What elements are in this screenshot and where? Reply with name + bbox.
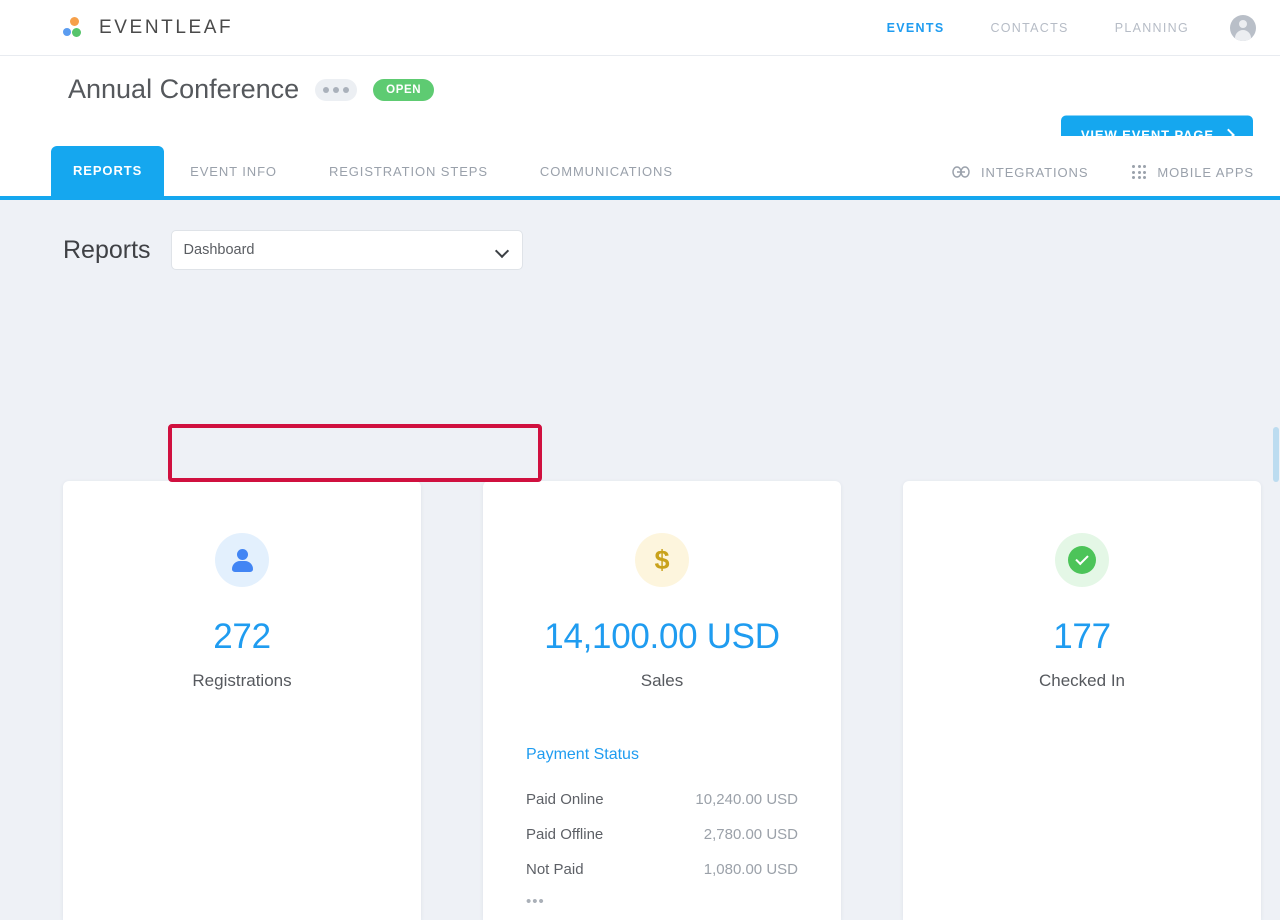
highlight-annotation	[168, 424, 542, 482]
tab-event-info[interactable]: EVENT INFO	[164, 148, 303, 196]
nav-item-contacts[interactable]: CONTACTS	[967, 21, 1091, 35]
report-select-wrap: Dashboard	[171, 230, 523, 270]
eventleaf-logo-icon	[63, 17, 85, 39]
page-scrollbar[interactable]	[1272, 399, 1280, 920]
tab-integrations[interactable]: INTEGRATIONS	[952, 165, 1088, 180]
payment-row: Not Paid 1,080.00 USD	[526, 852, 798, 887]
nav-item-events[interactable]: EVENTS	[864, 21, 968, 35]
payment-row-amount: 2,780.00 USD	[704, 826, 798, 843]
reports-toolbar: Reports Dashboard	[0, 230, 523, 270]
nav-item-planning[interactable]: PLANNING	[1092, 21, 1212, 35]
payment-row: Paid Offline 2,780.00 USD	[526, 817, 798, 852]
sales-label: Sales	[483, 671, 841, 691]
payment-row-label: Paid Offline	[526, 826, 603, 843]
payment-status-block: Payment Status Paid Online 10,240.00 USD…	[483, 746, 841, 910]
registrations-value: 272	[63, 617, 421, 657]
payment-row-amount: 1,080.00 USD	[704, 861, 798, 878]
page-scrollbar-thumb[interactable]	[1273, 427, 1279, 482]
user-avatar-icon[interactable]	[1230, 15, 1256, 41]
payment-status-title[interactable]: Payment Status	[526, 746, 798, 764]
payment-row-label: Paid Online	[526, 791, 604, 808]
tab-mobile-apps[interactable]: MOBILE APPS	[1132, 165, 1254, 180]
tab-reports[interactable]: REPORTS	[51, 146, 164, 196]
brand-logo[interactable]: EVENTLEAF	[63, 17, 233, 39]
link-icon	[952, 166, 970, 178]
tab-communications[interactable]: COMMUNICATIONS	[514, 148, 699, 196]
checked-in-value: 177	[903, 617, 1261, 657]
checked-in-label: Checked In	[903, 671, 1261, 691]
report-type-select[interactable]: Dashboard	[171, 230, 523, 270]
page-title: Annual Conference	[68, 74, 299, 105]
payment-row-label: Not Paid	[526, 861, 584, 878]
card-sales[interactable]: $ 14,100.00 USD Sales Payment Status Pai…	[483, 481, 841, 920]
reports-heading: Reports	[63, 236, 151, 265]
event-header: Annual Conference OPEN VIEW EVENT PAGE	[0, 56, 1280, 136]
registrations-label: Registrations	[63, 671, 421, 691]
card-registrations[interactable]: 272 Registrations	[63, 481, 421, 920]
tab-mobile-apps-label: MOBILE APPS	[1157, 165, 1254, 180]
tab-list-secondary: INTEGRATIONS MOBILE APPS	[952, 148, 1254, 196]
brand-name: EVENTLEAF	[99, 17, 233, 39]
person-icon	[215, 533, 269, 587]
event-title-row: Annual Conference OPEN	[68, 74, 434, 105]
dollar-icon: $	[635, 533, 689, 587]
sales-value: 14,100.00 USD	[483, 617, 841, 657]
tab-integrations-label: INTEGRATIONS	[981, 165, 1088, 180]
payment-row-amount: 10,240.00 USD	[695, 791, 798, 808]
global-nav: EVENTS CONTACTS PLANNING	[864, 0, 1260, 55]
card-checked-in[interactable]: 177 Checked In	[903, 481, 1261, 920]
top-bar: EVENTLEAF EVENTS CONTACTS PLANNING	[0, 0, 1280, 56]
grid-dots-icon	[1132, 165, 1146, 179]
payment-row: Paid Online 10,240.00 USD	[526, 782, 798, 817]
dashboard-cards: 272 Registrations $ 14,100.00 USD Sales …	[0, 481, 1280, 920]
ellipsis-icon[interactable]	[315, 79, 357, 101]
tab-list: REPORTS EVENT INFO REGISTRATION STEPS CO…	[51, 146, 699, 196]
payment-status-more-icon[interactable]: •••	[526, 893, 798, 910]
tab-registration-steps[interactable]: REGISTRATION STEPS	[303, 148, 514, 196]
check-circle-icon	[1055, 533, 1109, 587]
status-badge: OPEN	[373, 79, 434, 101]
event-tab-bar: REPORTS EVENT INFO REGISTRATION STEPS CO…	[0, 136, 1280, 200]
